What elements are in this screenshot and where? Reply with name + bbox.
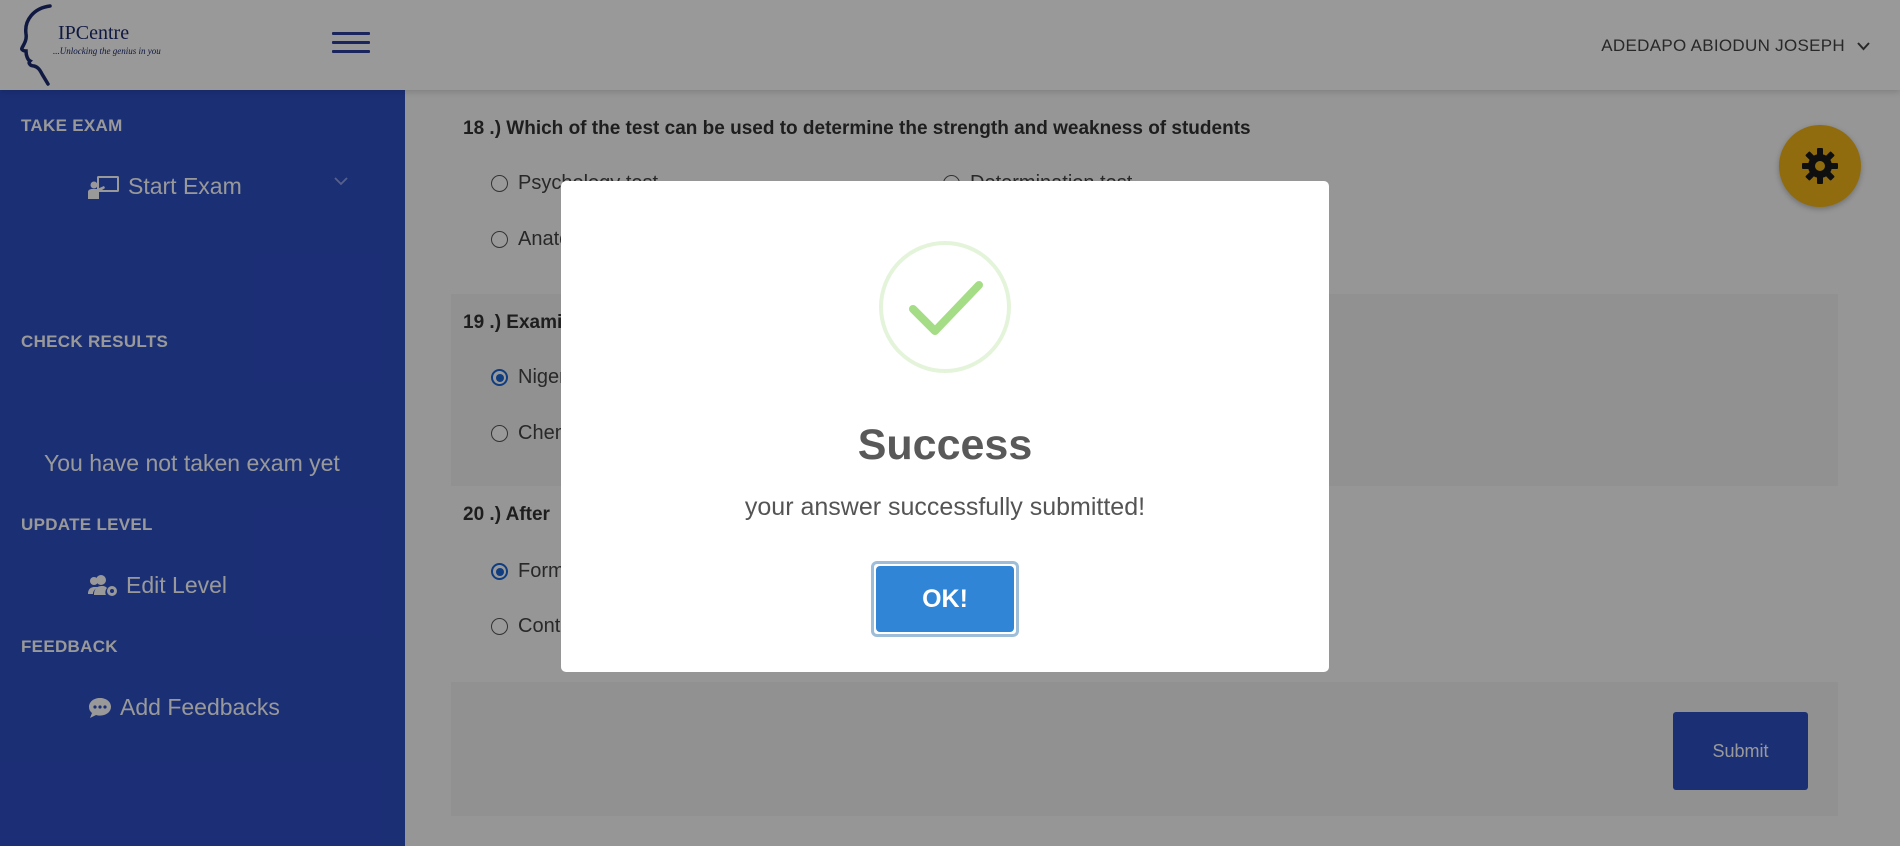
success-check-icon xyxy=(879,241,1011,373)
dialog-message: your answer successfully submitted! xyxy=(744,493,1146,521)
dialog-title: Success xyxy=(857,421,1033,469)
ok-button[interactable]: OK! xyxy=(871,561,1019,637)
ok-button-label: OK! xyxy=(876,566,1014,632)
success-dialog: Success your answer successfully submitt… xyxy=(561,181,1329,672)
checkmark-icon xyxy=(909,281,983,335)
